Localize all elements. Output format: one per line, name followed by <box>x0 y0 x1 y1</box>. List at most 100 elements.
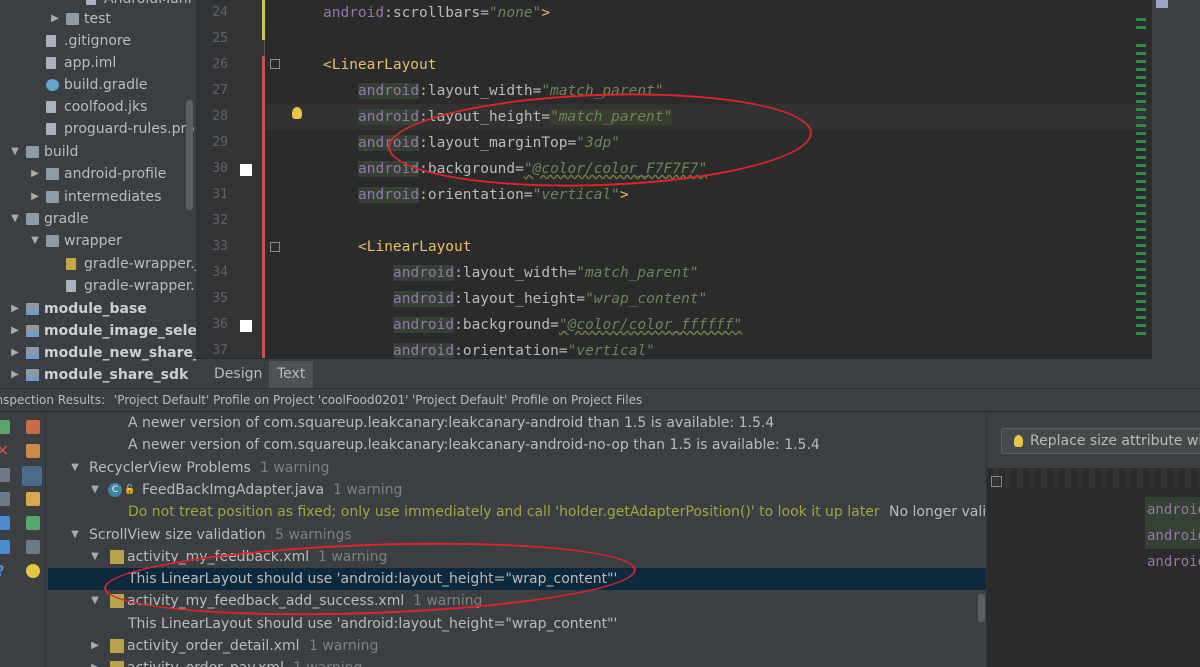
chevron-right-icon[interactable]: ▶ <box>30 163 40 185</box>
database-icon[interactable] <box>1156 0 1168 8</box>
rerun-icon[interactable] <box>0 420 10 434</box>
inspection-file[interactable]: ▼ activity_my_feedback.xml 1 warning <box>48 546 986 568</box>
vcs-change-marker[interactable] <box>262 0 265 40</box>
download-icon[interactable] <box>26 492 40 506</box>
stripe-marker[interactable] <box>1136 284 1146 287</box>
export-icon[interactable] <box>26 444 40 458</box>
suppress-icon[interactable] <box>26 420 40 434</box>
inspection-scrollbar[interactable] <box>978 594 985 622</box>
stripe-marker[interactable] <box>1136 196 1146 199</box>
stripe-marker[interactable] <box>1136 132 1146 135</box>
stripe-marker[interactable] <box>1136 212 1146 215</box>
expand-all-icon[interactable] <box>0 468 10 482</box>
chevron-right-icon[interactable]: ▶ <box>10 298 20 320</box>
chevron-down-icon[interactable]: ▼ <box>70 524 80 546</box>
stripe-marker[interactable] <box>1136 116 1146 119</box>
inspection-problem[interactable]: This LinearLayout should use 'android:la… <box>48 568 986 591</box>
stripe-marker[interactable] <box>1136 84 1146 87</box>
stripe-marker[interactable] <box>1136 292 1146 295</box>
stripe-marker[interactable] <box>1136 276 1146 279</box>
stripe-marker[interactable] <box>1136 220 1146 223</box>
stripe-marker[interactable] <box>1136 204 1146 207</box>
apply-fix-icon[interactable] <box>26 516 40 530</box>
code-editor[interactable]: 24 android:scrollbars="none"> 25 26 <LinearL… <box>196 0 1152 358</box>
stripe-marker[interactable] <box>1136 308 1146 311</box>
tab-text[interactable]: Text <box>269 361 314 388</box>
inspection-problem[interactable]: A newer version of com.squareup.leakcana… <box>48 412 986 434</box>
collapse-all-icon[interactable] <box>0 492 10 506</box>
inspection-file[interactable]: ▶ activity_order_detail.xml 1 warning <box>48 635 986 657</box>
inspection-tree[interactable]: A newer version of com.squareup.leakcana… <box>48 412 986 667</box>
stripe-marker[interactable] <box>1136 44 1146 47</box>
settings-icon[interactable] <box>26 540 40 554</box>
chevron-right-icon[interactable]: ▶ <box>50 8 60 30</box>
stripe-marker[interactable] <box>1136 60 1146 63</box>
inspection-problem[interactable]: Do not treat position as fixed; only use… <box>48 501 986 523</box>
inspection-group[interactable]: ▼ ScrollView size validation 5 warnings <box>48 524 986 546</box>
project-tree[interactable]: AndroidMani ▶ test .gitignore app.iml build.g… <box>0 0 196 388</box>
stripe-marker[interactable] <box>1136 92 1146 95</box>
stripe-marker[interactable] <box>1136 260 1146 263</box>
chevron-down-icon[interactable]: ▼ <box>90 590 100 612</box>
fold-icon[interactable] <box>270 59 280 69</box>
fold-icon[interactable] <box>991 476 1002 487</box>
stripe-marker[interactable] <box>1136 68 1146 71</box>
inspection-group[interactable]: ▼ RecyclerView Problems 1 warning <box>48 457 986 479</box>
error-stripe[interactable] <box>1134 0 1148 340</box>
stripe-marker[interactable] <box>1136 316 1146 319</box>
stripe-marker[interactable] <box>1136 324 1146 327</box>
stripe-marker[interactable] <box>1136 268 1146 271</box>
filter-icon[interactable] <box>22 466 42 486</box>
stripe-marker[interactable] <box>1136 108 1146 111</box>
inspection-file[interactable]: ▼ C 🔓 FeedBackImgAdapter.java 1 warning <box>48 479 986 501</box>
lightbulb-icon[interactable] <box>292 107 302 119</box>
fold-icon[interactable] <box>270 242 280 252</box>
quick-fix-button[interactable]: Replace size attribute with wrap_content <box>1001 428 1200 454</box>
chevron-down-icon[interactable]: ▼ <box>30 230 40 252</box>
chevron-right-icon[interactable]: ▶ <box>10 320 20 342</box>
help-icon[interactable]: ? <box>0 564 10 579</box>
inspection-file[interactable]: ▼ activity_my_feedback_add_success.xml 1 w… <box>48 590 986 612</box>
vcs-change-marker-modified[interactable] <box>262 56 265 358</box>
arrow-down-icon[interactable] <box>0 540 10 554</box>
stripe-marker[interactable] <box>1136 180 1146 183</box>
tab-design[interactable]: Design <box>206 361 270 388</box>
stripe-marker[interactable] <box>1136 52 1146 55</box>
chevron-right-icon[interactable]: ▶ <box>10 364 20 386</box>
inspection-file[interactable]: ▶ activity_order_pay.xml 1 warning <box>48 657 986 667</box>
tree-scrollbar[interactable] <box>186 100 193 210</box>
stripe-marker[interactable] <box>1136 18 1146 21</box>
inspection-problem[interactable]: A newer version of com.squareup.leakcana… <box>48 434 986 456</box>
stripe-marker[interactable] <box>1136 172 1146 175</box>
stripe-marker[interactable] <box>1136 300 1146 303</box>
stripe-marker[interactable] <box>1136 332 1146 335</box>
stripe-marker[interactable] <box>1136 100 1146 103</box>
stripe-marker[interactable] <box>1136 228 1146 231</box>
stripe-marker[interactable] <box>1136 188 1146 191</box>
chevron-down-icon[interactable]: ▼ <box>90 546 100 568</box>
stripe-marker[interactable] <box>1136 148 1146 151</box>
stripe-marker[interactable] <box>1136 140 1146 143</box>
stripe-marker[interactable] <box>1136 236 1146 239</box>
stripe-marker[interactable] <box>1136 124 1146 127</box>
lightbulb-icon[interactable] <box>26 564 40 578</box>
stripe-marker[interactable] <box>1136 26 1146 29</box>
chevron-down-icon[interactable]: ▼ <box>10 208 20 230</box>
tab-profile-files[interactable]: 'Project Default' Profile on Project Fil… <box>412 389 642 411</box>
stripe-marker[interactable] <box>1136 164 1146 167</box>
chevron-down-icon[interactable]: ▼ <box>10 141 20 163</box>
inspection-problem[interactable]: This LinearLayout should use 'android:la… <box>48 613 986 635</box>
arrow-up-icon[interactable] <box>0 516 10 530</box>
chevron-right-icon[interactable]: ▶ <box>90 657 100 667</box>
stripe-marker[interactable] <box>1136 156 1146 159</box>
chevron-down-icon[interactable]: ▼ <box>70 457 80 479</box>
stripe-marker[interactable] <box>1136 252 1146 255</box>
chevron-right-icon[interactable]: ▶ <box>90 635 100 657</box>
stripe-marker[interactable] <box>1136 76 1146 79</box>
chevron-down-icon[interactable]: ▼ <box>90 479 100 501</box>
stripe-marker[interactable] <box>1136 244 1146 247</box>
chevron-right-icon[interactable]: ▶ <box>10 342 20 364</box>
close-icon[interactable]: ✕ <box>0 443 10 459</box>
chevron-right-icon[interactable]: ▶ <box>30 186 40 208</box>
tab-profile-project[interactable]: 'Project Default' Profile on Project 'co… <box>114 389 408 411</box>
